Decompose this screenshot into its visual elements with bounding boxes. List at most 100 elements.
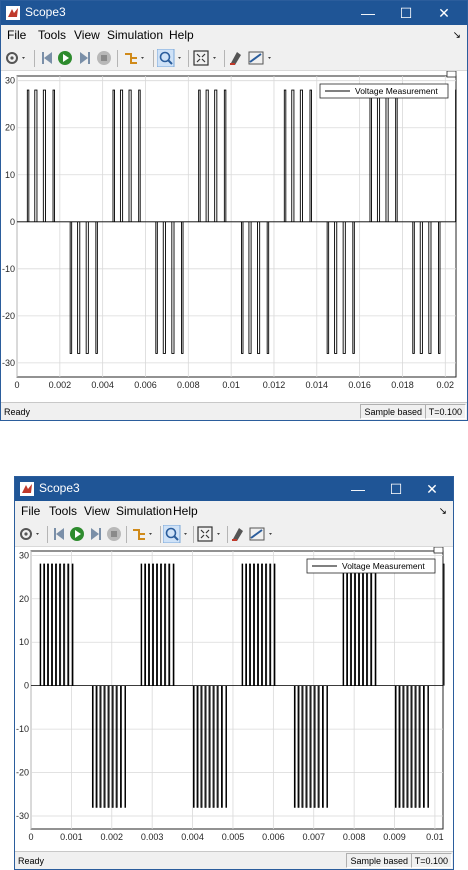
step-forward-icon[interactable] bbox=[88, 525, 104, 543]
y-tick-label: 20 bbox=[19, 594, 29, 604]
scope-plot[interactable]: 0 0.002 0.004 0.006 0.008 0.01 0.012 0.014 0.016… bbox=[1, 70, 467, 403]
x-tick-label: 0.016 bbox=[348, 380, 371, 390]
x-tick-label: 0.01 bbox=[426, 832, 444, 842]
title-bar[interactable]: Scope3 — ☐ ✕ bbox=[15, 477, 453, 501]
y-tick-label: -30 bbox=[2, 358, 15, 368]
x-tick-label: 0.002 bbox=[101, 832, 124, 842]
measurements-icon[interactable] bbox=[247, 49, 275, 67]
window-title: Scope3 bbox=[39, 481, 80, 495]
status-sample-mode: Sample based bbox=[360, 404, 426, 419]
matlab-icon bbox=[20, 482, 34, 496]
status-bar: Ready Sample based T=0.100 bbox=[15, 851, 453, 869]
highlight-block-icon[interactable] bbox=[130, 525, 156, 543]
scope-window-1: Scope3 — ☐ ✕ File Tools View Simulation … bbox=[0, 0, 468, 421]
x-tick-label: 0.008 bbox=[343, 832, 366, 842]
close-button[interactable]: ✕ bbox=[415, 477, 449, 501]
x-tick-label: 0.02 bbox=[437, 380, 455, 390]
x-tick-label: 0.006 bbox=[134, 380, 157, 390]
pin-icon[interactable]: ↘ bbox=[453, 30, 461, 41]
x-tick-label: 0 bbox=[28, 832, 33, 842]
style-icon[interactable] bbox=[228, 49, 244, 67]
y-tick-label: -10 bbox=[2, 264, 15, 274]
menu-tools[interactable]: Tools bbox=[38, 28, 66, 42]
menu-simulation[interactable]: Simulation bbox=[107, 28, 163, 42]
x-tick-label: 0.006 bbox=[262, 832, 285, 842]
x-tick-label: 0 bbox=[14, 380, 19, 390]
status-sample-mode: Sample based bbox=[346, 853, 412, 868]
run-icon[interactable] bbox=[69, 525, 85, 543]
y-tick-label: 20 bbox=[5, 123, 15, 133]
settings-gear-icon[interactable] bbox=[19, 525, 43, 543]
y-tick-label: 0 bbox=[24, 681, 29, 691]
status-ready: Ready bbox=[18, 856, 45, 866]
minimize-button[interactable]: — bbox=[351, 1, 385, 25]
x-tick-label: 0.01 bbox=[222, 380, 240, 390]
x-tick-label: 0.004 bbox=[181, 832, 204, 842]
y-tick-label: -30 bbox=[16, 811, 29, 821]
y-tick-label: 0 bbox=[10, 217, 15, 227]
toolbar bbox=[1, 46, 467, 71]
minimize-button[interactable]: — bbox=[341, 477, 375, 501]
y-tick-label: -20 bbox=[2, 311, 15, 321]
x-tick-label: 0.008 bbox=[177, 380, 200, 390]
close-button[interactable]: ✕ bbox=[427, 1, 461, 25]
status-time: T=0.100 bbox=[410, 853, 452, 868]
style-icon[interactable] bbox=[230, 525, 246, 543]
toolbar bbox=[15, 522, 453, 547]
y-tick-label: 10 bbox=[5, 170, 15, 180]
pin-icon[interactable]: ↘ bbox=[439, 506, 447, 517]
maximize-button[interactable]: ☐ bbox=[379, 477, 413, 501]
stop-icon[interactable] bbox=[106, 525, 122, 543]
x-tick-label: 0.009 bbox=[383, 832, 406, 842]
menu-help[interactable]: Help bbox=[169, 28, 194, 42]
y-tick-label: -20 bbox=[16, 768, 29, 778]
x-tick-label: 0.012 bbox=[263, 380, 286, 390]
menu-file[interactable]: File bbox=[21, 504, 40, 518]
step-back-icon[interactable] bbox=[51, 525, 67, 543]
run-icon[interactable] bbox=[57, 49, 73, 67]
window-title: Scope3 bbox=[25, 5, 66, 19]
status-bar: Ready Sample based T=0.100 bbox=[1, 402, 467, 420]
highlight-block-icon[interactable] bbox=[122, 49, 148, 67]
x-tick-label: 0.005 bbox=[222, 832, 245, 842]
menu-file[interactable]: File bbox=[7, 28, 26, 42]
zoom-icon[interactable] bbox=[157, 49, 185, 67]
menu-bar: File Tools View Simulation Help ↘ bbox=[1, 25, 467, 46]
scope-plot[interactable]: 0 0.001 0.002 0.003 0.004 0.005 0.006 0.007 0.00… bbox=[15, 546, 453, 853]
y-tick-label: -10 bbox=[16, 724, 29, 734]
x-tick-label: 0.018 bbox=[391, 380, 414, 390]
matlab-icon bbox=[6, 6, 20, 20]
step-back-icon[interactable] bbox=[39, 49, 55, 67]
menu-bar: File Tools View Simulation Help ↘ bbox=[15, 501, 453, 522]
title-bar[interactable]: Scope3 — ☐ ✕ bbox=[1, 1, 467, 25]
y-tick-label: 10 bbox=[19, 637, 29, 647]
plot-frame bbox=[16, 75, 457, 378]
measurements-icon[interactable] bbox=[248, 525, 276, 543]
maximize-button[interactable]: ☐ bbox=[389, 1, 423, 25]
zoom-icon[interactable] bbox=[163, 525, 191, 543]
stop-icon[interactable] bbox=[96, 49, 112, 67]
x-tick-label: 0.003 bbox=[141, 832, 164, 842]
status-ready: Ready bbox=[4, 407, 31, 417]
menu-tools[interactable]: Tools bbox=[49, 504, 77, 518]
scope-window-2: Scope3 — ☐ ✕ File Tools View Simulation … bbox=[14, 476, 454, 870]
legend-label: Voltage Measurement bbox=[342, 561, 425, 571]
x-tick-label: 0.004 bbox=[91, 380, 114, 390]
y-tick-label: 30 bbox=[5, 76, 15, 86]
fit-to-view-icon[interactable] bbox=[192, 49, 220, 67]
x-tick-label: 0.007 bbox=[302, 832, 325, 842]
undock-axes-button[interactable] bbox=[446, 70, 457, 78]
status-time: T=0.100 bbox=[424, 404, 466, 419]
menu-view[interactable]: View bbox=[74, 28, 100, 42]
fit-to-view-icon[interactable] bbox=[196, 525, 224, 543]
undock-axes-button[interactable] bbox=[433, 546, 444, 554]
menu-view[interactable]: View bbox=[84, 504, 110, 518]
plot-area: 0 0.001 0.002 0.003 0.004 0.005 0.006 0.007 0.00… bbox=[15, 546, 453, 853]
legend-label: Voltage Measurement bbox=[355, 86, 438, 96]
menu-simulation[interactable]: Simulation bbox=[116, 504, 172, 518]
step-forward-icon[interactable] bbox=[77, 49, 93, 67]
settings-gear-icon[interactable] bbox=[5, 49, 29, 67]
y-tick-label: 30 bbox=[19, 550, 29, 560]
x-tick-label: 0.014 bbox=[306, 380, 329, 390]
menu-help[interactable]: Help bbox=[173, 504, 198, 518]
